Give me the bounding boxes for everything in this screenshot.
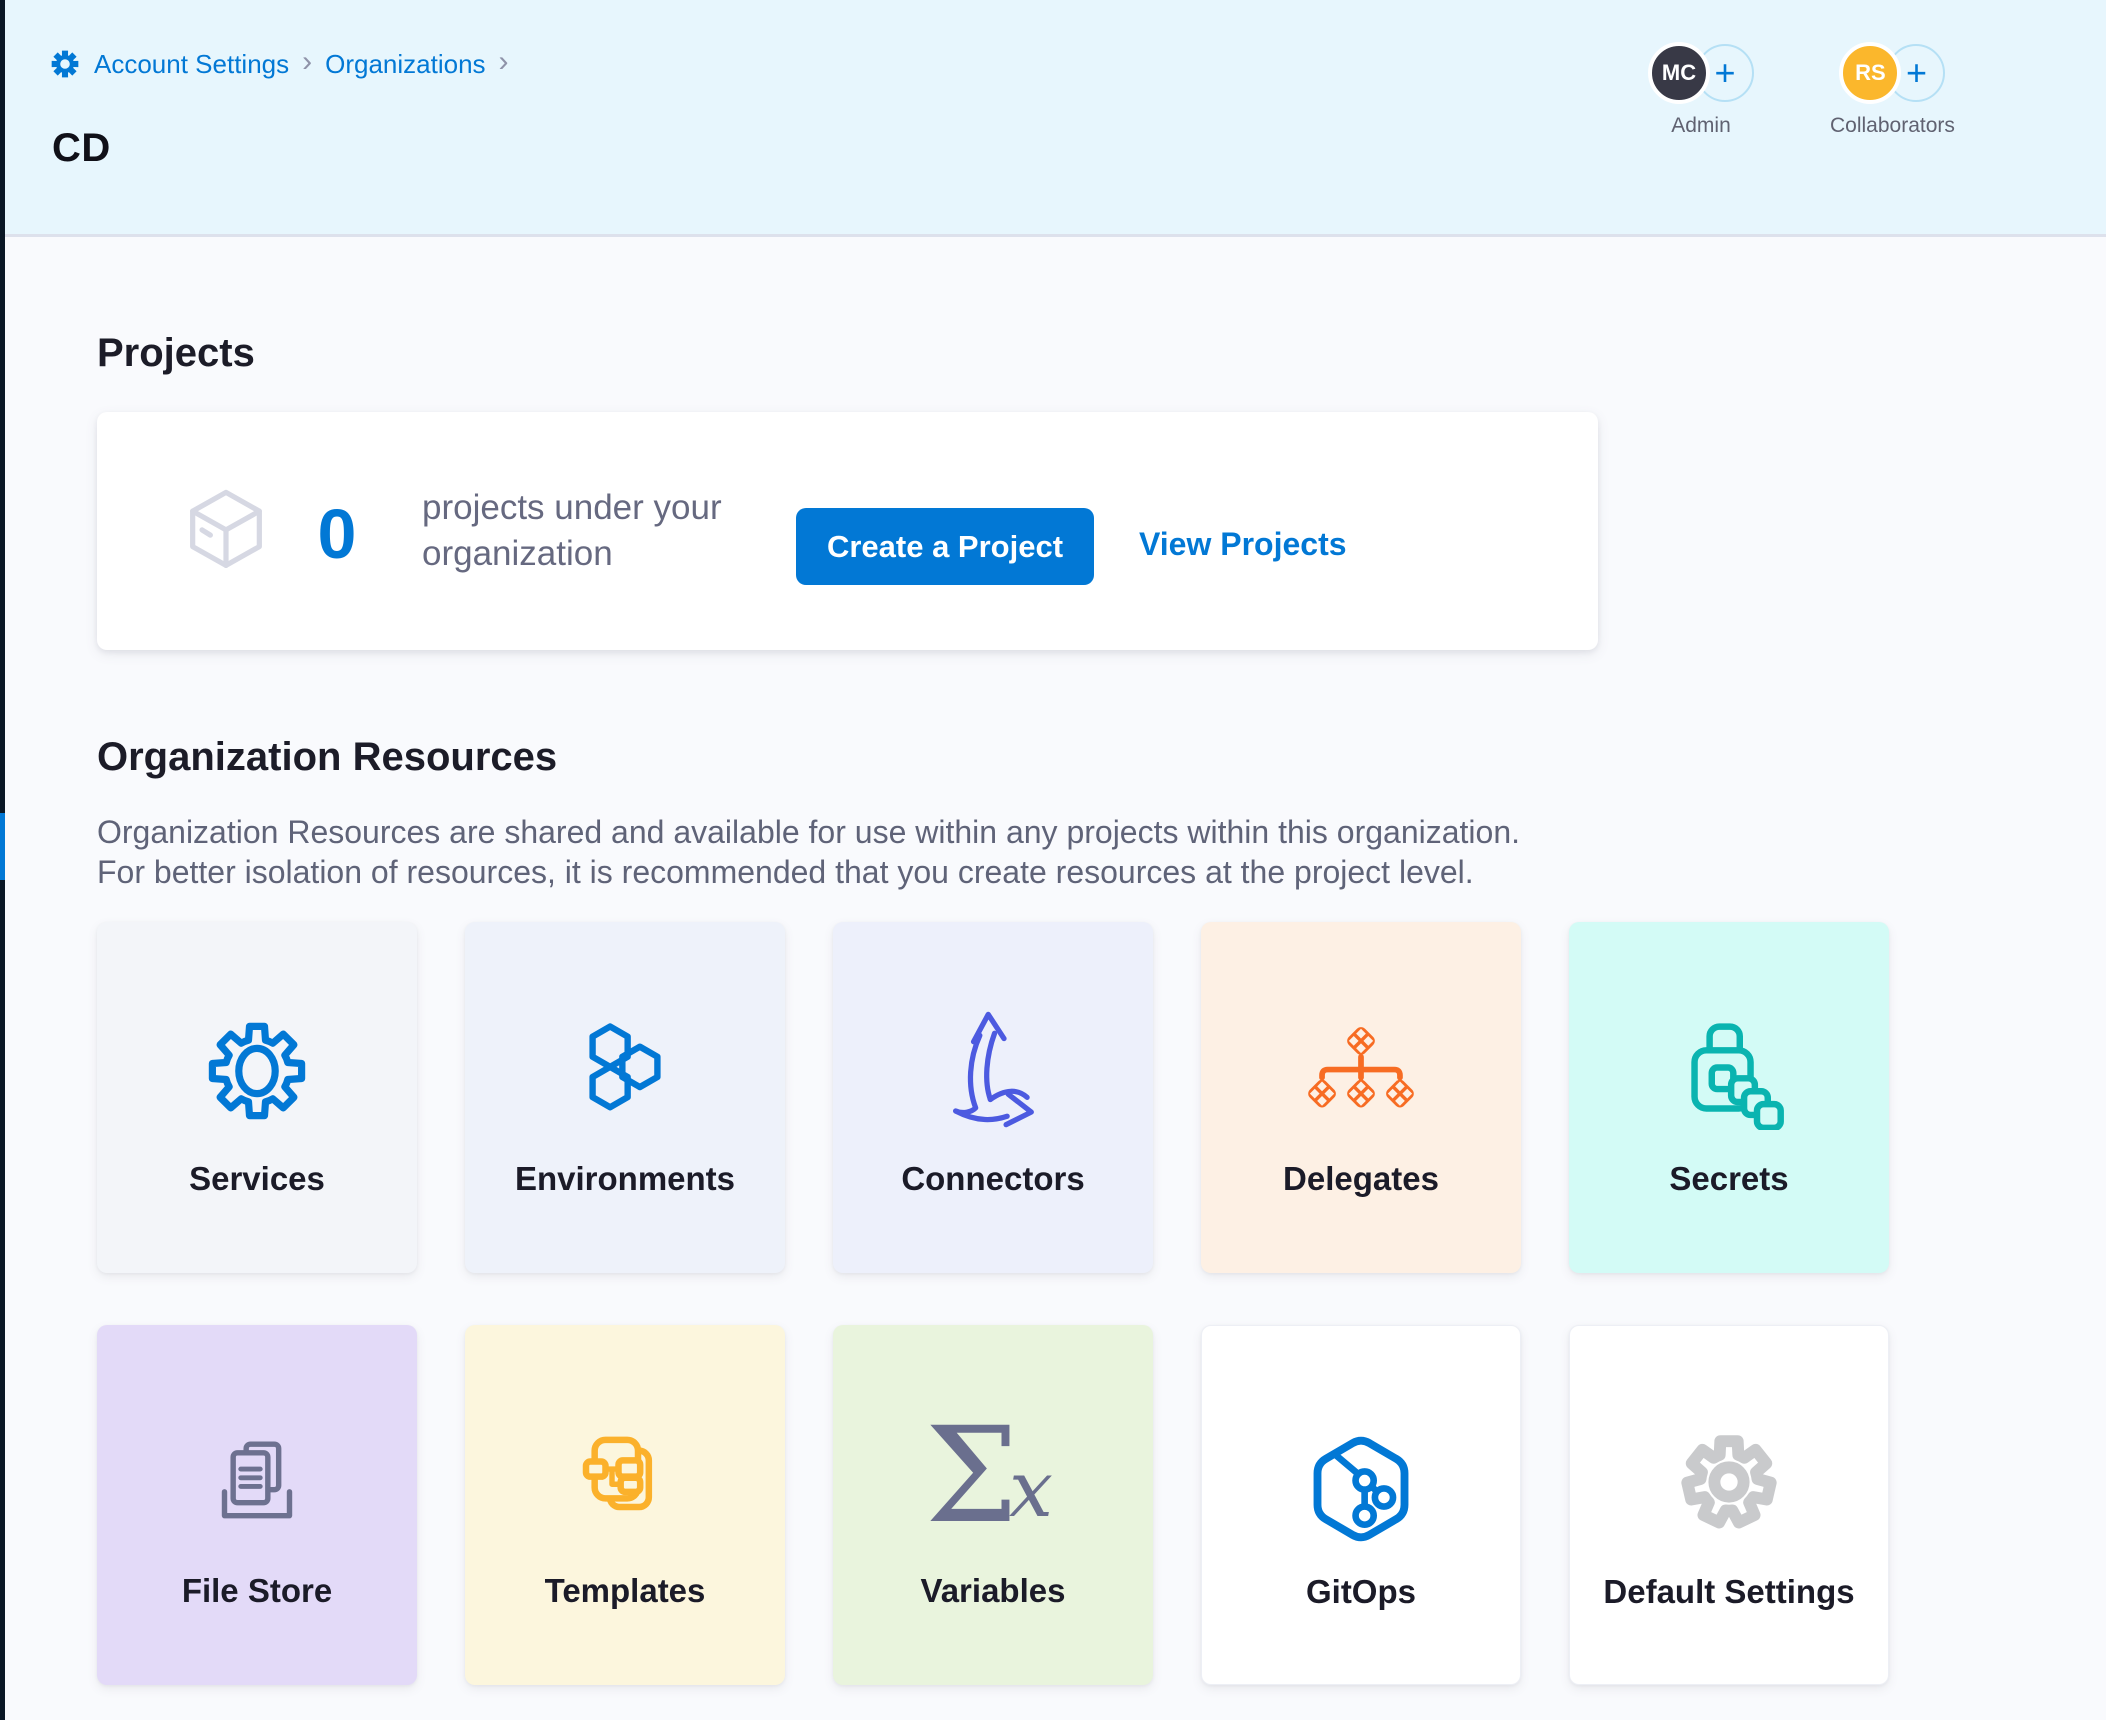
resources-description-line2: For better isolation of resources, it is… — [97, 852, 1520, 892]
create-project-button[interactable]: Create a Project — [796, 508, 1094, 585]
breadcrumb-account-settings[interactable]: Account Settings — [94, 49, 289, 80]
resource-card-label: Templates — [465, 1572, 785, 1610]
collaborator-avatar[interactable]: RS — [1839, 42, 1901, 104]
view-projects-link[interactable]: View Projects — [1139, 526, 1347, 563]
delegates-hierarchy-icon — [1201, 1018, 1521, 1128]
project-cube-icon — [176, 482, 276, 582]
resources-heading: Organization Resources — [97, 735, 557, 780]
variables-sigma-icon: Σ x — [833, 1429, 1153, 1559]
org-title: CD — [52, 126, 111, 171]
projects-count: 0 — [277, 494, 397, 574]
left-nav-rail — [0, 0, 5, 1720]
resource-card-variables[interactable]: Σ x Variables — [833, 1325, 1153, 1685]
resource-card-label: File Store — [97, 1572, 417, 1610]
environments-hexagons-icon — [465, 1018, 785, 1120]
plus-icon: + — [1906, 52, 1927, 94]
projects-heading: Projects — [97, 331, 255, 376]
resource-card-label: GitOps — [1202, 1573, 1520, 1611]
collaborators-label: Collaborators — [1830, 114, 1955, 138]
left-nav-active-indicator — [0, 813, 5, 880]
admin-avatar[interactable]: MC — [1648, 42, 1710, 104]
resource-card-gitops[interactable]: GitOps — [1201, 1325, 1521, 1685]
sigma-x-glyph: x — [1009, 1445, 1053, 1535]
resource-card-label: Delegates — [1201, 1160, 1521, 1198]
resource-card-file-store[interactable]: File Store — [97, 1325, 417, 1685]
resource-card-label: Default Settings — [1570, 1573, 1888, 1611]
default-settings-gear-icon — [1570, 1430, 1888, 1534]
secrets-lock-icon — [1569, 1018, 1889, 1130]
collaborators-group: RS + Collaborators — [1830, 41, 1955, 138]
resource-card-connectors[interactable]: Connectors — [833, 922, 1153, 1273]
resources-description-line1: Organization Resources are shared and av… — [97, 812, 1520, 852]
resource-card-default-settings[interactable]: Default Settings — [1569, 1325, 1889, 1685]
resource-card-services[interactable]: Services — [97, 922, 417, 1273]
resource-card-label: Connectors — [833, 1160, 1153, 1198]
page-header: Account Settings › Organizations › CD MC… — [0, 0, 2106, 237]
sigma-glyph: Σ — [925, 1411, 1018, 1541]
resource-card-grid: Services Environments — [97, 922, 1889, 1685]
resource-card-label: Environments — [465, 1160, 785, 1198]
resource-card-delegates[interactable]: Delegates — [1201, 922, 1521, 1273]
admin-group: MC + Admin — [1648, 41, 1754, 138]
connectors-arrows-icon — [833, 1006, 1153, 1132]
gitops-branch-icon — [1202, 1430, 1520, 1548]
resource-card-label: Services — [97, 1160, 417, 1198]
resource-card-templates[interactable]: Templates — [465, 1325, 785, 1685]
services-gear-icon — [97, 1018, 417, 1124]
chevron-right-icon: › — [499, 47, 509, 77]
resource-card-label: Secrets — [1569, 1160, 1889, 1198]
settings-gear-icon — [49, 48, 81, 80]
resource-card-label: Variables — [833, 1572, 1153, 1610]
projects-summary-card: 0 projects under your organization Creat… — [97, 412, 1598, 650]
admin-label: Admin — [1671, 114, 1731, 138]
file-store-documents-icon — [97, 1429, 417, 1533]
resources-description: Organization Resources are shared and av… — [97, 812, 1520, 892]
resource-card-environments[interactable]: Environments — [465, 922, 785, 1273]
chevron-right-icon: › — [302, 47, 312, 77]
breadcrumb: Account Settings › Organizations › — [49, 48, 509, 80]
plus-icon: + — [1714, 52, 1735, 94]
projects-caption: projects under your organization — [422, 485, 722, 577]
breadcrumb-organizations[interactable]: Organizations — [325, 49, 485, 80]
resource-card-secrets[interactable]: Secrets — [1569, 922, 1889, 1273]
templates-pages-icon — [465, 1429, 785, 1533]
